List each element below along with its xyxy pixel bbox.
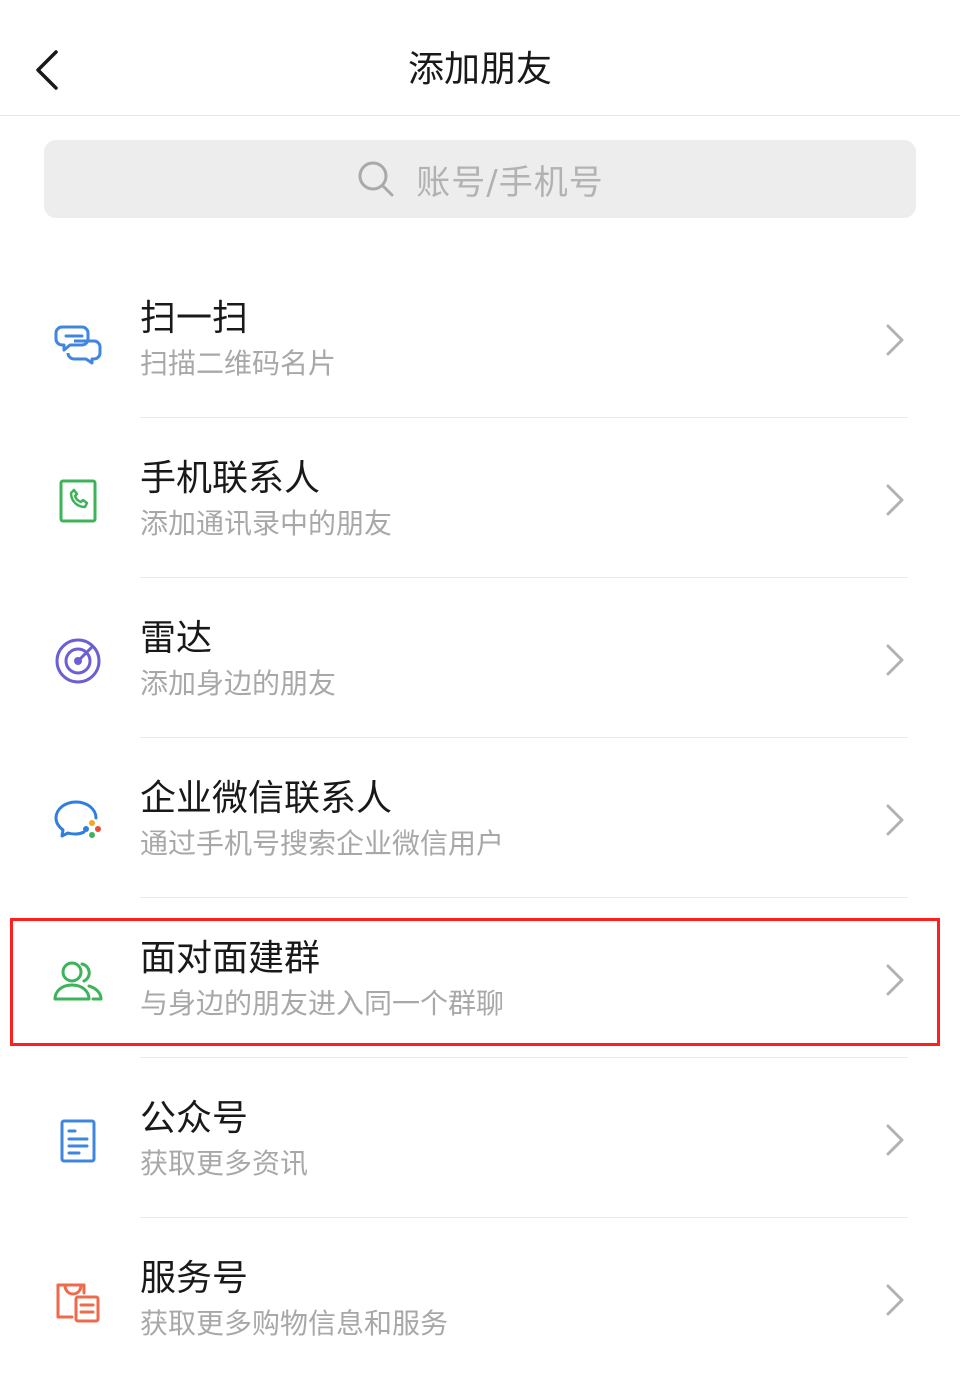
chevron-right-icon	[880, 320, 910, 360]
page-title: 添加朋友	[407, 49, 552, 90]
item-title: 手机联系人	[140, 458, 321, 499]
item-subtitle: 与身边的朋友进入同一个群聊	[140, 987, 505, 1020]
top-bar: 添加朋友	[0, 0, 960, 116]
item-title: 服务号	[140, 1258, 249, 1299]
chevron-right-icon	[880, 1280, 910, 1320]
item-title: 面对面建群	[140, 938, 321, 979]
item-title: 企业微信联系人	[140, 778, 393, 819]
list-item-phone-contacts[interactable]: 手机联系人 添加通讯录中的朋友	[0, 418, 960, 578]
item-subtitle: 获取更多购物信息和服务	[140, 1307, 449, 1340]
wecom-icon	[50, 793, 106, 849]
item-subtitle: 添加身边的朋友	[140, 667, 337, 700]
search-input[interactable]: 账号/手机号	[44, 140, 916, 218]
item-subtitle: 添加通讯录中的朋友	[140, 507, 393, 540]
list-item-face-to-face-group[interactable]: 面对面建群 与身边的朋友进入同一个群聊	[0, 898, 960, 1058]
item-title: 扫一扫	[140, 298, 249, 339]
service-account-icon	[50, 1273, 106, 1329]
radar-icon	[50, 633, 106, 689]
group-icon	[50, 953, 106, 1009]
list-item-service-accounts[interactable]: 服务号 获取更多购物信息和服务	[0, 1218, 960, 1376]
list-item-official-accounts[interactable]: 公众号 获取更多资讯	[0, 1058, 960, 1218]
list-item-radar[interactable]: 雷达 添加身边的朋友	[0, 578, 960, 738]
chevron-right-icon	[880, 480, 910, 520]
item-subtitle: 获取更多资讯	[140, 1147, 309, 1180]
chevron-right-icon	[880, 1120, 910, 1160]
search-placeholder: 账号/手机号	[416, 162, 604, 203]
add-friends-page: 添加朋友 账号/手机号 扫一扫 扫描二维码名片 手机联系人 添加通讯录中的朋友 …	[0, 0, 960, 1376]
item-subtitle: 通过手机号搜索企业微信用户	[140, 827, 505, 860]
search-icon	[356, 159, 396, 199]
item-title: 雷达	[140, 618, 213, 659]
item-subtitle: 扫描二维码名片	[140, 347, 337, 380]
chevron-right-icon	[880, 960, 910, 1000]
official-account-icon	[50, 1113, 106, 1169]
scan-icon	[50, 313, 106, 369]
list-item-wecom-contacts[interactable]: 企业微信联系人 通过手机号搜索企业微信用户	[0, 738, 960, 898]
list-item-scan[interactable]: 扫一扫 扫描二维码名片	[0, 258, 960, 418]
add-friend-options-list: 扫一扫 扫描二维码名片 手机联系人 添加通讯录中的朋友 雷达 添加身边的朋友 企…	[0, 258, 960, 1376]
chevron-right-icon	[880, 640, 910, 680]
item-title: 公众号	[140, 1098, 249, 1139]
phone-contact-icon	[50, 473, 106, 529]
chevron-right-icon	[880, 800, 910, 840]
